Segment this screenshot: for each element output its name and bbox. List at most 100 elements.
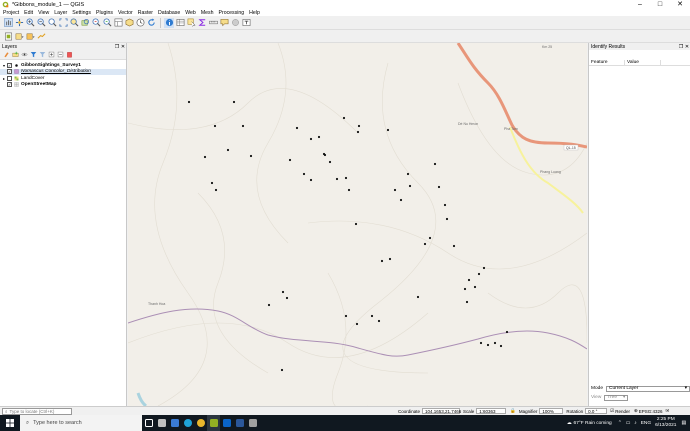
column-value[interactable]: Value xyxy=(625,59,661,65)
magnifier-field[interactable]: 100% xyxy=(539,408,564,414)
sighting-point[interactable] xyxy=(463,287,467,291)
zoom-to-layer-button[interactable] xyxy=(80,18,90,28)
sighting-point[interactable] xyxy=(482,266,486,270)
sighting-point[interactable] xyxy=(423,242,427,246)
sighting-point[interactable] xyxy=(203,155,207,159)
text-annotation-button[interactable] xyxy=(241,18,251,28)
volume-icon[interactable]: ♪ xyxy=(634,421,636,426)
sighting-point[interactable] xyxy=(408,184,412,188)
start-button[interactable] xyxy=(0,415,20,431)
mode-dropdown[interactable]: Current Layer ▾ xyxy=(606,385,690,392)
network-icon[interactable]: ▭ xyxy=(626,421,631,426)
sighting-point[interactable] xyxy=(388,257,392,261)
close-panel-button[interactable]: ✕ xyxy=(684,44,690,50)
menu-vector[interactable]: Vector xyxy=(118,10,133,16)
clock[interactable]: 2:25 PM 6/13/2021 xyxy=(655,417,676,429)
new-project-button[interactable] xyxy=(3,31,13,41)
sighting-point[interactable] xyxy=(477,272,481,276)
open-attribute-table-button[interactable] xyxy=(175,18,185,28)
open-layer-manager-button[interactable] xyxy=(14,31,24,41)
close-panel-button[interactable]: ✕ xyxy=(120,44,126,50)
sighting-point[interactable] xyxy=(433,162,437,166)
sighting-point[interactable] xyxy=(226,148,230,152)
menu-project[interactable]: Project xyxy=(3,10,19,16)
layer-visibility-checkbox[interactable]: ✓ xyxy=(7,69,12,75)
sighting-point[interactable] xyxy=(393,188,397,192)
manage-map-themes-button[interactable] xyxy=(20,51,28,59)
rotation-field[interactable]: 0.0 ° xyxy=(585,408,608,414)
menu-web[interactable]: Web xyxy=(185,10,196,16)
maximize-button[interactable]: □ xyxy=(650,0,670,9)
identify-features-button[interactable] xyxy=(164,17,174,28)
zoom-to-selection-button[interactable] xyxy=(69,18,79,28)
measure-button[interactable] xyxy=(208,18,218,28)
sighting-point[interactable] xyxy=(370,314,374,318)
crs-icon[interactable]: ⊕ xyxy=(634,408,638,414)
render-checkbox[interactable]: ☑ xyxy=(610,408,614,414)
sighting-point[interactable] xyxy=(354,222,358,226)
sighting-point[interactable] xyxy=(241,124,245,128)
sighting-point[interactable] xyxy=(281,290,285,294)
sighting-point[interactable] xyxy=(355,322,359,326)
task-view-button[interactable] xyxy=(142,415,155,431)
layer-visibility-checkbox[interactable] xyxy=(7,75,12,81)
language-indicator[interactable]: ENG xyxy=(641,421,651,426)
sighting-point[interactable] xyxy=(399,198,403,202)
sighting-point[interactable] xyxy=(249,154,253,158)
menu-layer[interactable]: Layer xyxy=(54,10,67,16)
taskbar-app[interactable] xyxy=(168,415,181,431)
notifications-icon[interactable]: ▤ xyxy=(681,421,686,426)
zoom-last-button[interactable] xyxy=(91,18,101,28)
filter-by-expression-button[interactable] xyxy=(38,51,46,59)
sighting-point[interactable] xyxy=(309,137,313,141)
sighting-point[interactable] xyxy=(386,128,390,132)
lock-icon[interactable]: 🔒 xyxy=(510,408,516,414)
taskbar-edge[interactable] xyxy=(181,415,194,431)
coordinate-field[interactable]: 104.1653,21.7466 xyxy=(422,408,461,414)
zoom-next-button[interactable] xyxy=(102,18,112,28)
sighting-point[interactable] xyxy=(213,124,217,128)
refresh-button[interactable] xyxy=(146,18,156,28)
pan-to-selection-button[interactable] xyxy=(14,18,24,28)
expand-all-button[interactable] xyxy=(47,51,55,59)
sighting-point[interactable] xyxy=(342,116,346,120)
new-3d-view-button[interactable] xyxy=(124,18,134,28)
messages-icon[interactable]: ✉ xyxy=(666,408,670,414)
taskbar-app[interactable] xyxy=(155,415,168,431)
menu-raster[interactable]: Raster xyxy=(138,10,153,16)
weather-icon[interactable]: ☁ xyxy=(567,421,572,426)
menu-database[interactable]: Database xyxy=(158,10,180,16)
sighting-point[interactable] xyxy=(344,314,348,318)
sighting-point[interactable] xyxy=(187,100,191,104)
sighting-point[interactable] xyxy=(328,160,332,164)
taskbar-chrome[interactable] xyxy=(194,415,207,431)
sighting-point[interactable] xyxy=(416,295,420,299)
minimize-button[interactable]: – xyxy=(630,0,650,9)
close-button[interactable]: ✕ xyxy=(670,0,690,9)
pan-button[interactable] xyxy=(3,18,13,28)
map-tips-button[interactable] xyxy=(219,18,229,28)
view-dropdown[interactable]: Tree ▾ xyxy=(604,394,629,401)
sighting-point[interactable] xyxy=(302,172,306,176)
sighting-point[interactable] xyxy=(406,172,410,176)
scale-field[interactable]: 1:60363 xyxy=(476,408,507,414)
zoom-out-button[interactable] xyxy=(36,18,46,28)
sighting-point[interactable] xyxy=(505,330,509,334)
taskbar-search-input[interactable]: ⌕ Type here to search xyxy=(20,415,142,431)
sighting-point[interactable] xyxy=(317,135,321,139)
taskbar-qgis[interactable] xyxy=(207,415,220,431)
map-canvas[interactable]: Dé Nu Hmon Pha Tam Phang Luang Thanh Hoa… xyxy=(128,43,587,406)
sighting-point[interactable] xyxy=(280,368,284,372)
zoom-full-button[interactable] xyxy=(58,18,68,28)
sighting-point[interactable] xyxy=(452,244,456,248)
processing-toolbox-button[interactable] xyxy=(36,31,46,41)
remove-layer-button[interactable] xyxy=(65,51,73,59)
sighting-point[interactable] xyxy=(473,285,477,289)
menu-settings[interactable]: Settings xyxy=(72,10,91,16)
sighting-point[interactable] xyxy=(465,300,469,304)
sighting-point[interactable] xyxy=(443,203,447,207)
add-group-button[interactable] xyxy=(11,51,19,59)
menu-processing[interactable]: Processing xyxy=(219,10,245,16)
sighting-point[interactable] xyxy=(344,176,348,180)
sighting-point[interactable] xyxy=(232,100,236,104)
